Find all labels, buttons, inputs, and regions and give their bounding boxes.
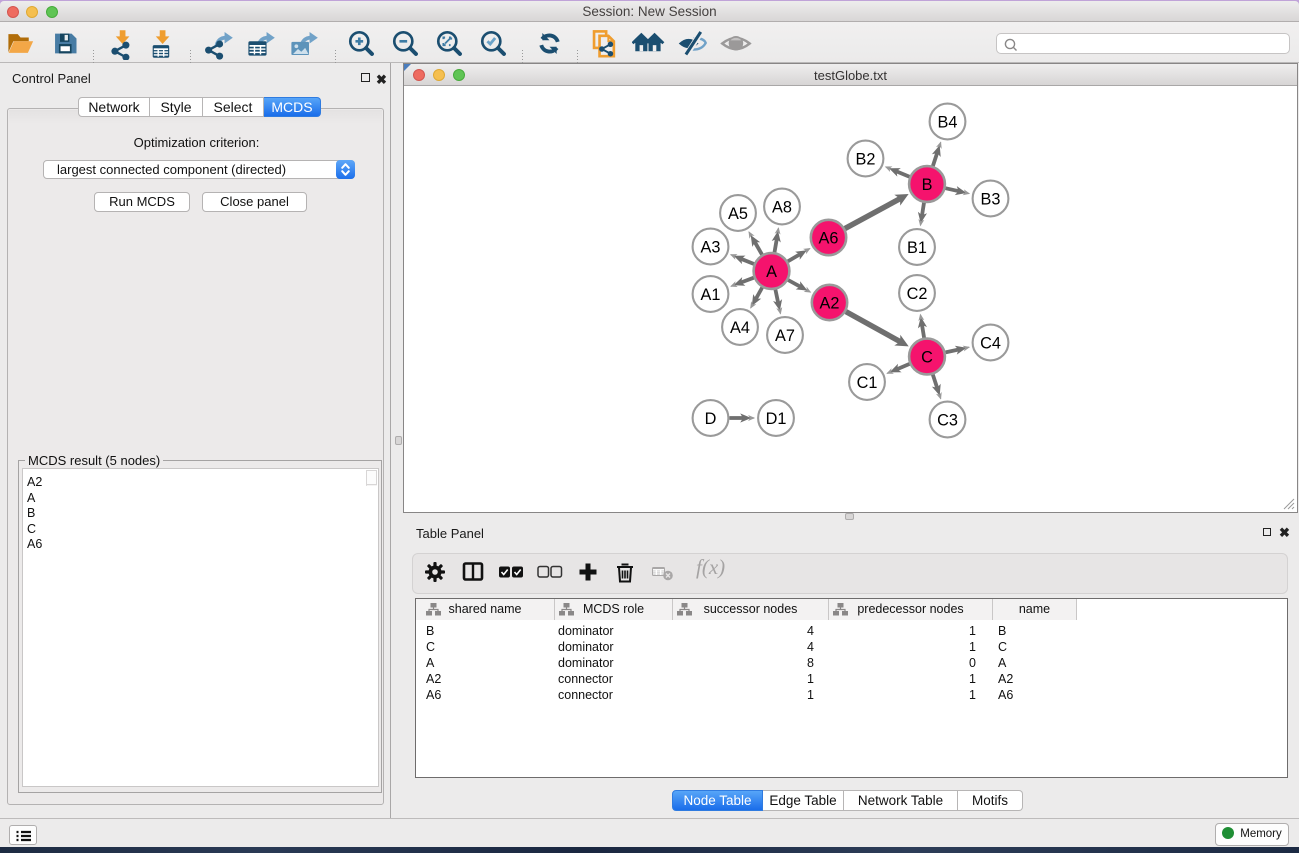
svg-text:A7: A7	[775, 327, 795, 345]
svg-text:B1: B1	[907, 239, 927, 257]
svg-text:C2: C2	[907, 285, 928, 303]
svg-text:A5: A5	[728, 205, 748, 223]
svg-text:C3: C3	[937, 411, 958, 429]
svg-text:A6: A6	[819, 229, 839, 247]
svg-text:B4: B4	[938, 113, 958, 131]
svg-text:A1: A1	[701, 286, 721, 304]
svg-text:C4: C4	[980, 334, 1001, 352]
svg-text:A8: A8	[772, 198, 792, 216]
svg-text:C1: C1	[857, 374, 878, 392]
svg-text:A4: A4	[730, 319, 750, 337]
svg-text:A: A	[766, 263, 777, 281]
svg-text:B2: B2	[856, 150, 876, 168]
svg-text:A3: A3	[701, 238, 721, 256]
svg-text:D: D	[705, 410, 717, 428]
svg-text:B3: B3	[981, 190, 1001, 208]
svg-text:A2: A2	[820, 294, 840, 312]
svg-text:D1: D1	[766, 410, 787, 428]
svg-text:C: C	[921, 348, 933, 366]
svg-text:B: B	[922, 176, 933, 194]
